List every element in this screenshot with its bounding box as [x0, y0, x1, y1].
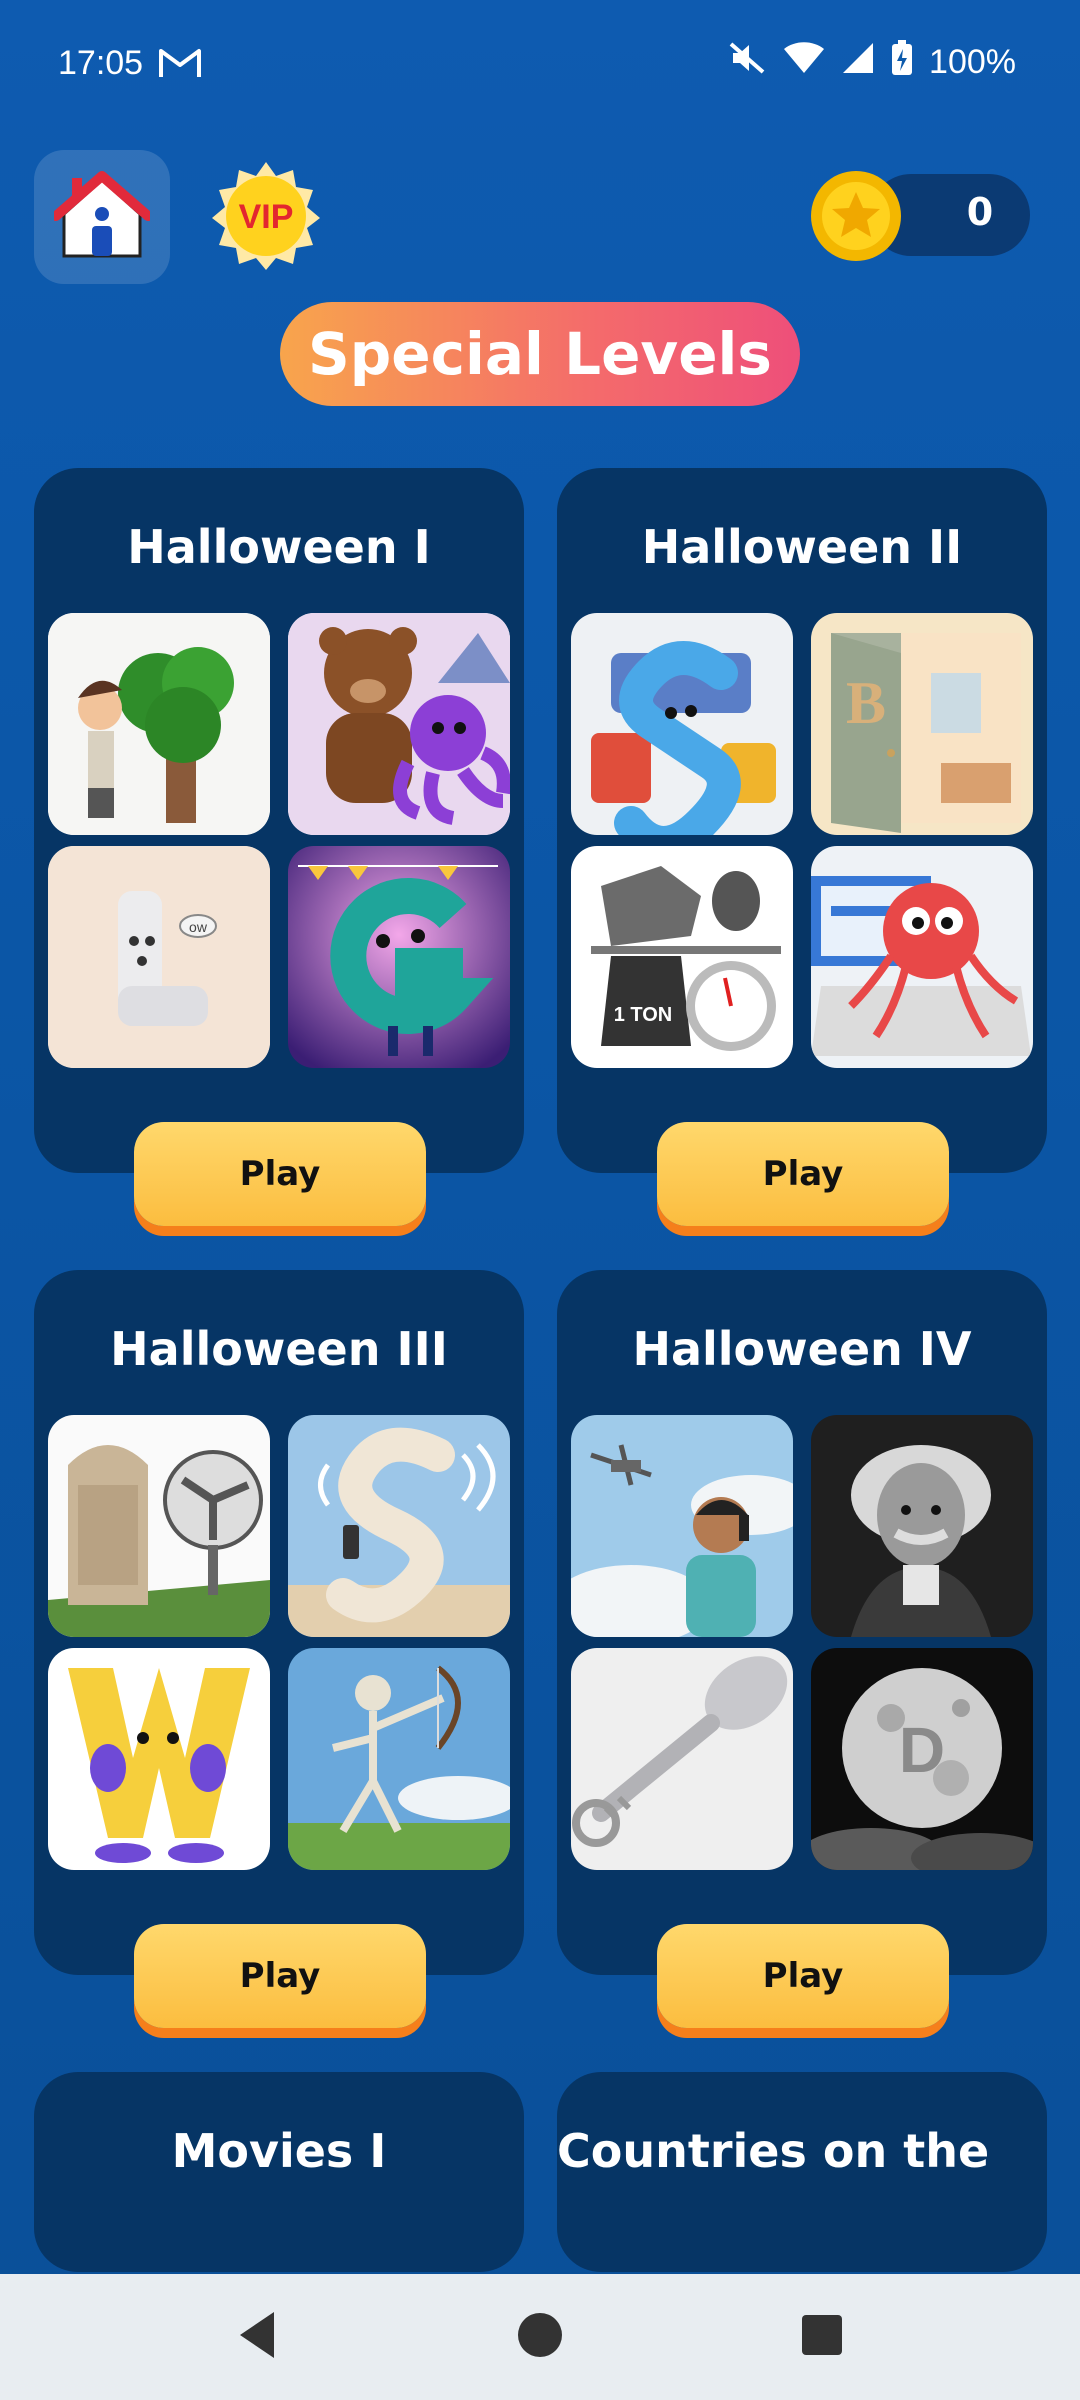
puzzle-image-letter-s-luggage [571, 613, 793, 835]
system-nav-bar [0, 2274, 1080, 2400]
puzzle-image-bear-octopus [288, 613, 510, 835]
level-card-countries[interactable]: Countries on the [557, 2072, 1047, 2272]
door-letter: B [846, 670, 886, 736]
puzzle-image-tree-man [48, 613, 270, 835]
level-card-movies-1[interactable]: Movies I [34, 2072, 524, 2272]
recents-icon[interactable] [800, 2308, 844, 2366]
gmail-icon [158, 46, 202, 84]
status-icons: 100% [727, 40, 1016, 85]
cellular-icon [841, 41, 875, 84]
coin-count: 0 [966, 190, 994, 234]
card-title: Halloween IV [632, 1322, 972, 1376]
puzzle-image-letter-s-phone [288, 1415, 510, 1637]
bubble-text: ow [189, 919, 208, 935]
puzzle-image-letter-w [48, 1648, 270, 1870]
card-title: Halloween I [127, 520, 431, 574]
play-button-halloween-3[interactable]: Play [134, 1924, 426, 2028]
battery-charging-icon [891, 40, 913, 85]
puzzle-image-skeleton-archer [288, 1648, 510, 1870]
back-icon[interactable] [234, 2308, 280, 2366]
play-button-halloween-2[interactable]: Play [657, 1122, 949, 1226]
puzzle-image-rock-scale: 1 TON [571, 846, 793, 1068]
coin-icon [810, 170, 902, 262]
play-button-halloween-1[interactable]: Play [134, 1122, 426, 1226]
status-time: 17:05 [58, 44, 144, 82]
level-card-halloween-1[interactable]: Halloween I ow [34, 468, 524, 1173]
play-button-halloween-4[interactable]: Play [657, 1924, 949, 2028]
battery-percent: 100% [929, 43, 1016, 81]
wifi-icon [783, 41, 825, 84]
puzzle-image-letter-l: ow [48, 846, 270, 1068]
status-bar: 17:05 100% [0, 0, 1080, 130]
moon-letter: D [899, 1714, 945, 1786]
puzzle-image-letter-g-party [288, 846, 510, 1068]
puzzle-image-drone-phone [571, 1415, 793, 1637]
card-title: Halloween III [110, 1322, 448, 1376]
puzzle-image-spider-keyboard [811, 846, 1033, 1068]
card-title: Movies I [171, 2124, 387, 2178]
home-icon [51, 170, 153, 264]
scale-text: 1 TON [614, 1004, 673, 1026]
puzzle-image-tombstone-fan [48, 1415, 270, 1637]
coin-counter: 0 [810, 170, 1032, 262]
card-title: Countries on the [557, 2124, 990, 2178]
level-card-halloween-4[interactable]: Halloween IV D [557, 1270, 1047, 1975]
puzzle-image-einstein [811, 1415, 1033, 1637]
puzzle-image-moon-d: D [811, 1648, 1033, 1870]
home-button[interactable] [34, 150, 170, 284]
mute-icon [727, 40, 767, 85]
level-card-halloween-3[interactable]: Halloween III [34, 1270, 524, 1975]
card-title: Halloween II [641, 520, 963, 574]
home-circle-icon[interactable] [516, 2308, 564, 2366]
vip-button[interactable]: VIP [210, 160, 322, 272]
page-title: Special Levels [280, 302, 800, 406]
puzzle-image-spoon-key [571, 1648, 793, 1870]
puzzle-image-door-b: B [811, 613, 1033, 835]
vip-label: VIP [239, 198, 294, 236]
level-card-halloween-2[interactable]: Halloween II B 1 TON [557, 468, 1047, 1173]
